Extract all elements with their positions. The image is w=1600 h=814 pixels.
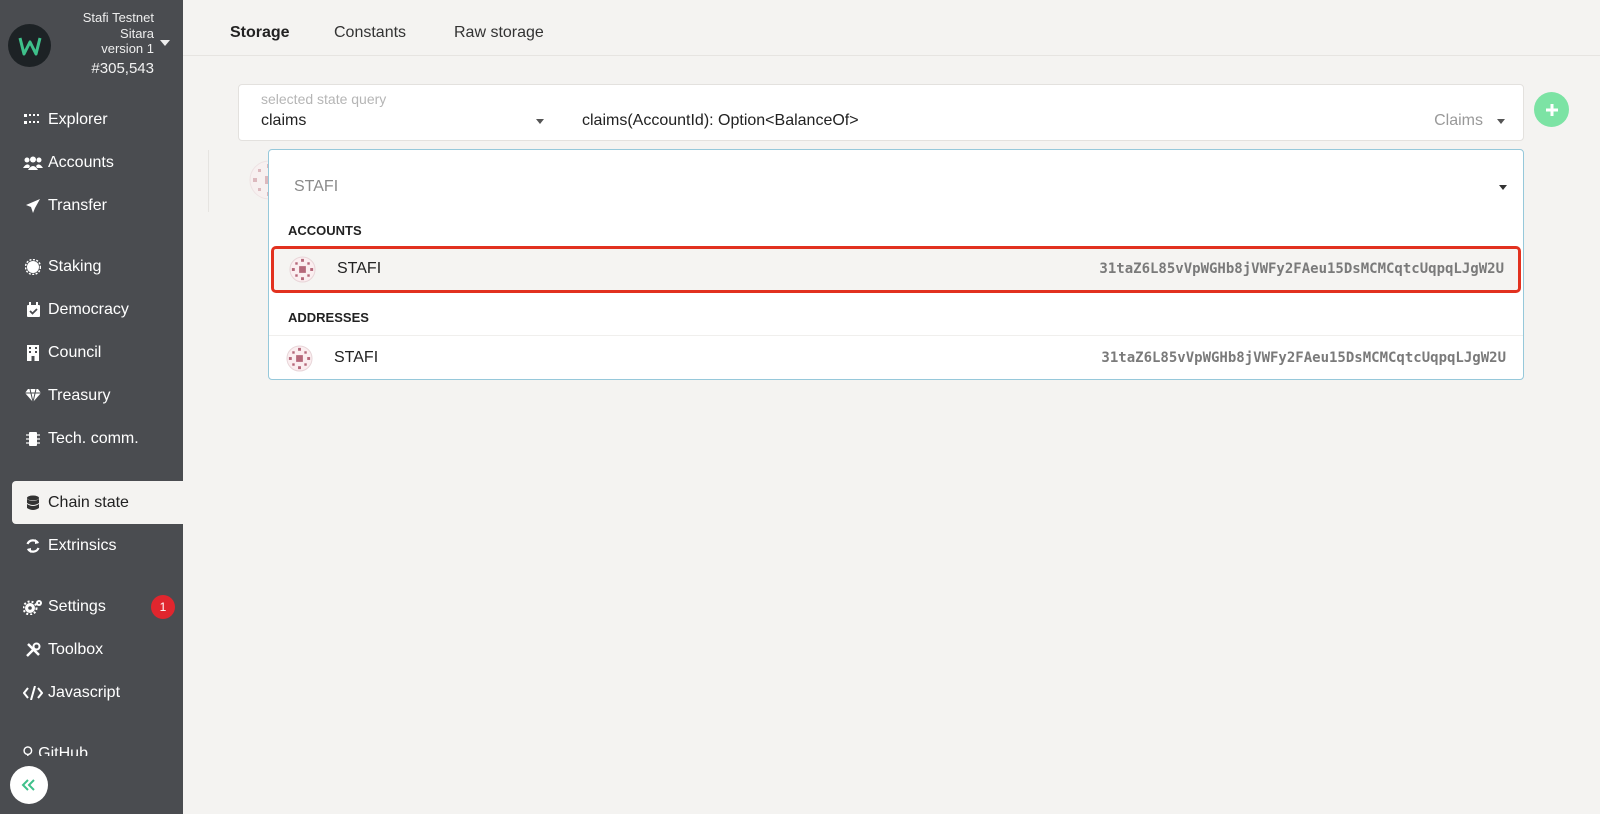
- chain-info[interactable]: Stafi Testnet Sitara version 1: [83, 10, 154, 57]
- sidebar-item-label: Extrinsics: [48, 536, 117, 554]
- sidebar-item-label: Staking: [48, 257, 102, 275]
- account-identicon-icon: [289, 256, 316, 283]
- sidebar-item-staking[interactable]: Staking: [12, 245, 183, 288]
- sidebar-item-treasury[interactable]: Treasury: [12, 374, 183, 417]
- dropdown-option-address[interactable]: STAFI 31taZ6L85vVpWGHb8jVWFy2FAeu15DsMCM…: [269, 335, 1523, 379]
- sidebar-item-label: Toolbox: [48, 640, 104, 658]
- gem-icon: [22, 387, 44, 405]
- chevron-down-icon[interactable]: [536, 119, 544, 124]
- query-label: selected state query: [261, 91, 387, 107]
- github-icon: ⚲: [22, 745, 39, 756]
- sidebar-item-label: Treasury: [48, 386, 111, 404]
- chain-spec: Sitara: [120, 25, 154, 41]
- plus-icon: [1545, 103, 1558, 116]
- option-name: STAFI: [334, 349, 379, 366]
- sidebar-item-label: Democracy: [48, 300, 129, 318]
- sidebar-item-toolbox[interactable]: Toolbox: [12, 628, 183, 671]
- sidebar-item-label: Tech. comm.: [48, 429, 139, 447]
- add-query-button[interactable]: [1534, 92, 1569, 127]
- query-section-dropdown[interactable]: Claims: [1434, 112, 1483, 130]
- sidebar-item-democracy[interactable]: Democracy: [12, 288, 183, 331]
- sidebar-item-label: GitHub: [38, 745, 88, 756]
- dropdown-option-account[interactable]: STAFI 31taZ6L85vVpWGHb8jVWFy2FAeu15DsMCM…: [271, 246, 1521, 293]
- users-icon: [22, 154, 44, 172]
- option-name: STAFI: [337, 260, 382, 277]
- account-identicon-icon: [286, 345, 313, 372]
- tab-raw-storage[interactable]: Raw storage: [454, 24, 544, 42]
- option-address: 31taZ6L85vVpWGHb8jVWFy2FAeu15DsMCMCqtcUq…: [1099, 261, 1504, 277]
- sidebar-item-label: Chain state: [48, 493, 129, 511]
- microchip-icon: [22, 430, 44, 448]
- page-tabs: Storage Constants Raw storage: [183, 0, 1600, 56]
- certificate-icon: [22, 258, 44, 276]
- addresses-header: ADDRESSES: [288, 310, 369, 325]
- tools-icon: [22, 641, 44, 659]
- sidebar-item-accounts[interactable]: Accounts: [12, 141, 183, 184]
- sidebar-item-label: Accounts: [48, 153, 114, 171]
- notification-badge: 1: [151, 595, 175, 619]
- double-chevron-left-icon: [21, 779, 35, 791]
- query-method-dropdown[interactable]: claims: [261, 112, 306, 130]
- chain-name: Stafi Testnet: [82, 10, 154, 25]
- account-search-input[interactable]: STAFI: [294, 178, 338, 196]
- sidebar-item-explorer[interactable]: Explorer: [12, 98, 183, 141]
- query-signature: claims(AccountId): Option<BalanceOf>: [582, 112, 859, 129]
- sidebar-item-label: Council: [48, 343, 102, 361]
- sidebar-item-tech-comm[interactable]: Tech. comm.: [12, 417, 183, 460]
- paper-plane-icon: [22, 197, 44, 215]
- stafi-logo-icon[interactable]: [8, 24, 51, 67]
- sidebar-item-label: Explorer: [48, 110, 108, 128]
- sync-icon: [22, 537, 44, 555]
- sidebar-item-label: Javascript: [48, 683, 121, 701]
- cogs-icon: [22, 598, 44, 616]
- option-address: 31taZ6L85vVpWGHb8jVWFy2FAeu15DsMCMCqtcUq…: [1101, 350, 1506, 366]
- calendar-check-icon: [22, 301, 44, 319]
- state-query-selector: selected state query claims claims(Accou…: [238, 84, 1524, 141]
- database-icon: [22, 494, 44, 512]
- chevron-down-icon[interactable]: [1499, 185, 1507, 190]
- sidebar: Stafi Testnet Sitara version 1 #305,543 …: [0, 0, 183, 814]
- sidebar-item-council[interactable]: Council: [12, 331, 183, 374]
- grid-dots-icon: [22, 111, 44, 129]
- tab-constants[interactable]: Constants: [334, 24, 406, 42]
- account-dropdown[interactable]: STAFI ACCOUNTS STAFI 31taZ6L85vVpWGHb8jV…: [268, 149, 1524, 380]
- building-icon: [22, 344, 44, 362]
- chain-selector-caret-icon[interactable]: [160, 40, 170, 46]
- sidebar-item-github[interactable]: ⚲ GitHub: [22, 744, 88, 756]
- sidebar-item-chain-state[interactable]: Chain state: [12, 481, 183, 524]
- tab-storage[interactable]: Storage: [230, 24, 290, 42]
- code-icon: [22, 684, 44, 702]
- sidebar-item-transfer[interactable]: Transfer: [12, 184, 183, 227]
- sidebar-item-settings[interactable]: Settings 1: [12, 585, 183, 628]
- divider: [208, 150, 209, 212]
- chain-version: version 1: [101, 41, 154, 56]
- chevron-down-icon[interactable]: [1497, 119, 1505, 124]
- accounts-header: ACCOUNTS: [288, 223, 362, 238]
- best-block-number: #305,543: [91, 60, 154, 77]
- collapse-sidebar-button[interactable]: [10, 766, 48, 804]
- sidebar-item-label: Settings: [48, 597, 106, 615]
- sidebar-item-extrinsics[interactable]: Extrinsics: [12, 524, 183, 567]
- sidebar-item-javascript[interactable]: Javascript: [12, 671, 183, 714]
- sidebar-item-label: Transfer: [48, 196, 107, 214]
